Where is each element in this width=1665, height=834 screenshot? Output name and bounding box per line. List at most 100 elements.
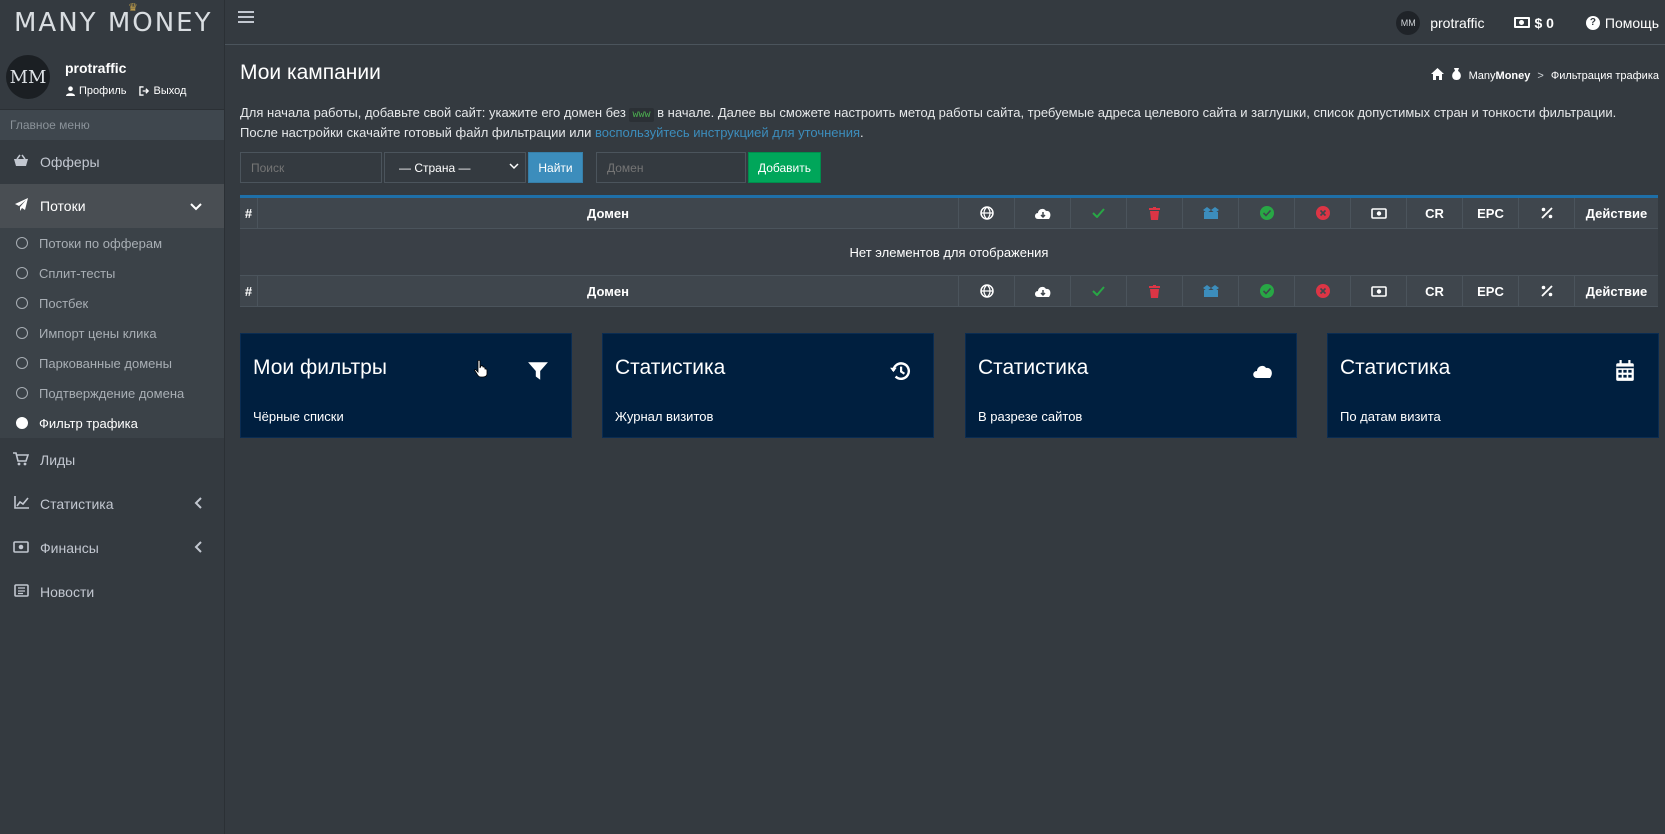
sidebar-item-streams-by-offers[interactable]: Потоки по офферам [0,228,224,258]
card-subtitle: В разрезе сайтов [978,409,1083,424]
home-icon[interactable] [1430,68,1444,83]
intro-part2: в начале. Далее вы сможете настроить мет… [657,105,1617,120]
instructions-link[interactable]: воспользуйтесь инструкцией для уточнения [595,125,860,140]
card-my-filters[interactable]: Мои фильтры Чёрные списки [240,333,572,438]
circle-icon [16,327,28,339]
boxes-icon[interactable] [1183,275,1239,307]
question-icon: ? [1585,15,1600,30]
help-link[interactable]: ? Помощь [1585,15,1659,31]
card-subtitle: Чёрные списки [253,409,344,424]
cloud-download-icon[interactable] [1015,275,1071,307]
domain-input[interactable] [596,152,746,183]
newspaper-icon [12,584,30,600]
sidebar-item-label: Потоки по офферам [39,235,163,251]
intro-part1: Для начала работы, добавьте свой сайт: у… [240,105,626,120]
sidebar-item-click-price-import[interactable]: Импорт цены клика [0,318,224,348]
sidebar-item-finance[interactable]: Финансы [0,526,224,570]
chevron-down-icon [190,199,202,214]
find-button[interactable]: Найти [528,152,583,183]
col-domain[interactable]: Домен [258,197,959,229]
cart-icon [12,451,30,469]
breadcrumb: ManyMoney > Фильтрация трафика [1430,68,1659,83]
sidebar-item-leads[interactable]: Лиды [0,438,224,482]
profile-link[interactable]: Профиль [66,85,127,97]
col-epc[interactable]: EPC [1463,275,1519,307]
col-hash[interactable]: # [240,275,258,307]
globe-icon[interactable] [959,275,1015,307]
money-bill-icon[interactable] [1351,275,1407,307]
breadcrumb-current: Фильтрация трафика [1550,69,1659,82]
breadcrumb-brand[interactable]: ManyMoney [1469,70,1531,82]
col-cr[interactable]: CR [1407,197,1463,229]
circle-icon [16,297,28,309]
table-footer: # Домен CR EPC Действие [240,275,1658,307]
col-hash[interactable]: # [240,197,258,229]
user-panel: MM protraffic Профиль Выход [0,45,224,110]
card-dates-stats[interactable]: Статистика По датам визита [1327,333,1659,438]
card-visit-log[interactable]: Статистика Журнал визитов [602,333,934,438]
check-icon[interactable] [1071,275,1127,307]
trash-icon[interactable] [1127,275,1183,307]
add-button[interactable]: Добавить [748,152,821,183]
check-circle-icon[interactable] [1239,197,1295,229]
sidebar-item-label: Офферы [40,154,100,170]
history-icon [890,362,910,380]
card-sites-stats[interactable]: Статистика В разрезе сайтов [965,333,1297,438]
balance-link[interactable]: $ 0 [1514,15,1554,31]
sign-out-icon [138,86,149,96]
col-cr[interactable]: CR [1407,275,1463,307]
sidebar-item-domain-verification[interactable]: Подтверждение домена [0,378,224,408]
sidebar-item-news[interactable]: Новости [0,570,224,614]
col-domain[interactable]: Домен [258,275,959,307]
times-circle-icon[interactable] [1295,275,1351,307]
chevron-left-icon [194,540,202,556]
sidebar-item-split-tests[interactable]: Сплит-тесты [0,258,224,288]
sidebar-item-postback[interactable]: Постбек [0,288,224,318]
money-bill-icon[interactable] [1351,197,1407,229]
sidebar-item-offers[interactable]: Офферы [0,140,224,184]
chevron-left-icon [194,496,202,512]
col-action[interactable]: Действие [1575,198,1658,229]
paper-plane-icon [12,197,30,215]
percent-icon[interactable] [1519,275,1575,307]
menu-header: Главное меню [0,110,224,140]
menu-toggle-icon[interactable] [238,11,254,25]
breadcrumb-brand-regular: Many [1468,69,1496,82]
card-title: Мои фильтры [253,356,387,379]
circle-filled-icon [16,417,28,429]
cloud-download-icon[interactable] [1015,197,1071,229]
avatar: MM [1396,10,1421,35]
col-epc[interactable]: EPC [1463,197,1519,229]
sidebar-item-traffic-filter[interactable]: Фильтр трафика [0,408,224,438]
country-select[interactable]: — Страна — [384,152,526,183]
percent-icon[interactable] [1519,197,1575,229]
sidebar-item-statistics[interactable]: Статистика [0,482,224,526]
col-action[interactable]: Действие [1575,276,1658,307]
breadcrumb-separator: > [1537,69,1544,82]
filter-icon [528,362,548,380]
chart-icon [12,496,30,512]
check-circle-icon[interactable] [1239,275,1295,307]
boxes-icon[interactable] [1183,197,1239,229]
sidebar-item-streams[interactable]: Потоки [0,184,224,228]
search-input[interactable] [240,152,382,183]
brand-logo[interactable]: ♛ MANY MONEY [0,0,225,45]
circle-icon [16,237,28,249]
sidebar-item-parked-domains[interactable]: Паркованные домены [0,348,224,378]
filter-bar: — Страна — Найти Добавить [240,152,821,184]
card-title: Статистика [978,356,1089,379]
intro-text: Для начала работы, добавьте свой сайт: у… [240,103,1660,143]
navbar-user[interactable]: MM protraffic [1396,10,1484,35]
sidebar-item-label: Новости [40,584,95,600]
trash-icon[interactable] [1127,197,1183,229]
sidebar-item-label: Фильтр трафика [39,415,138,431]
main-content: Мои кампании ManyMoney > Фильтрация траф… [225,45,1665,834]
globe-icon[interactable] [959,197,1015,229]
sidebar-username: protraffic [65,60,127,76]
times-circle-icon[interactable] [1295,197,1351,229]
streams-submenu: Потоки по офферам Сплит-тесты Постбек Им… [0,228,224,438]
moneybag-icon [1451,68,1462,83]
logout-link[interactable]: Выход [138,85,186,97]
hand-pointer-icon [474,360,488,378]
check-icon[interactable] [1071,197,1127,229]
